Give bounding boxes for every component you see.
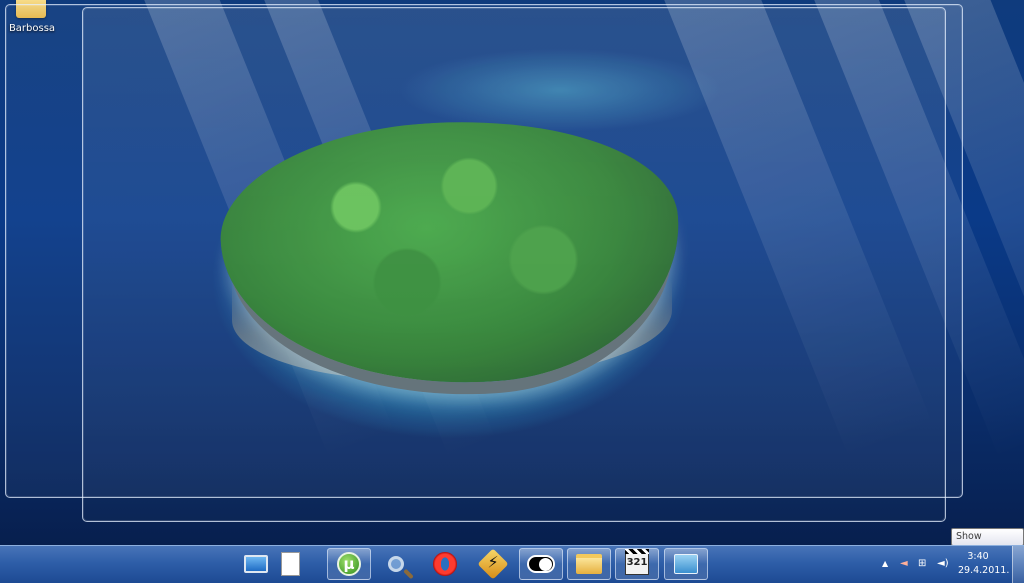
network-icon[interactable]: ⊞	[918, 559, 926, 569]
opera-icon	[433, 552, 457, 576]
tray-expand-icon[interactable]: ▲	[882, 559, 888, 569]
remote-desktop-icon	[674, 554, 698, 574]
winamp-icon	[477, 548, 509, 580]
clock-date: 29.4.2011.	[958, 565, 1010, 576]
monitor-icon	[244, 555, 268, 573]
utorrent-icon: µ	[337, 552, 361, 576]
taskbar-item-document[interactable]	[276, 548, 304, 580]
taskbar-item-remote-desktop[interactable]	[664, 548, 708, 580]
magnifier-icon	[388, 556, 404, 572]
taskbar-clock[interactable]: 3:40 29.4.2011.	[958, 550, 1010, 578]
volume-muted-icon[interactable]: ◄	[900, 559, 908, 569]
eclipse-icon	[527, 555, 555, 573]
peek-window-outline-front	[82, 7, 946, 522]
volume-icon[interactable]: ◄)	[937, 559, 949, 569]
taskbar-item-explorer[interactable]	[567, 548, 611, 580]
page-icon	[280, 552, 300, 576]
taskbar-item-search[interactable]	[374, 548, 418, 580]
show-desktop-button[interactable]	[1012, 546, 1024, 583]
taskbar-item-desktop-monitor[interactable]	[236, 548, 276, 580]
taskbar-item-media-player[interactable]: 321	[615, 548, 659, 580]
taskbar-item-eclipse[interactable]	[519, 548, 563, 580]
taskbar: µ 321 ▲ ◄ ⊞ ◄) 3:40 29.4.2011.	[0, 545, 1024, 583]
taskbar-item-utorrent[interactable]: µ	[327, 548, 371, 580]
clapperboard-icon: 321	[625, 549, 649, 575]
taskbar-item-opera[interactable]	[423, 548, 467, 580]
show-desktop-tooltip: Show desktop	[951, 528, 1024, 558]
taskbar-item-winamp[interactable]	[471, 548, 515, 580]
clock-time: 3:40	[967, 551, 989, 562]
folder-icon	[576, 554, 602, 574]
